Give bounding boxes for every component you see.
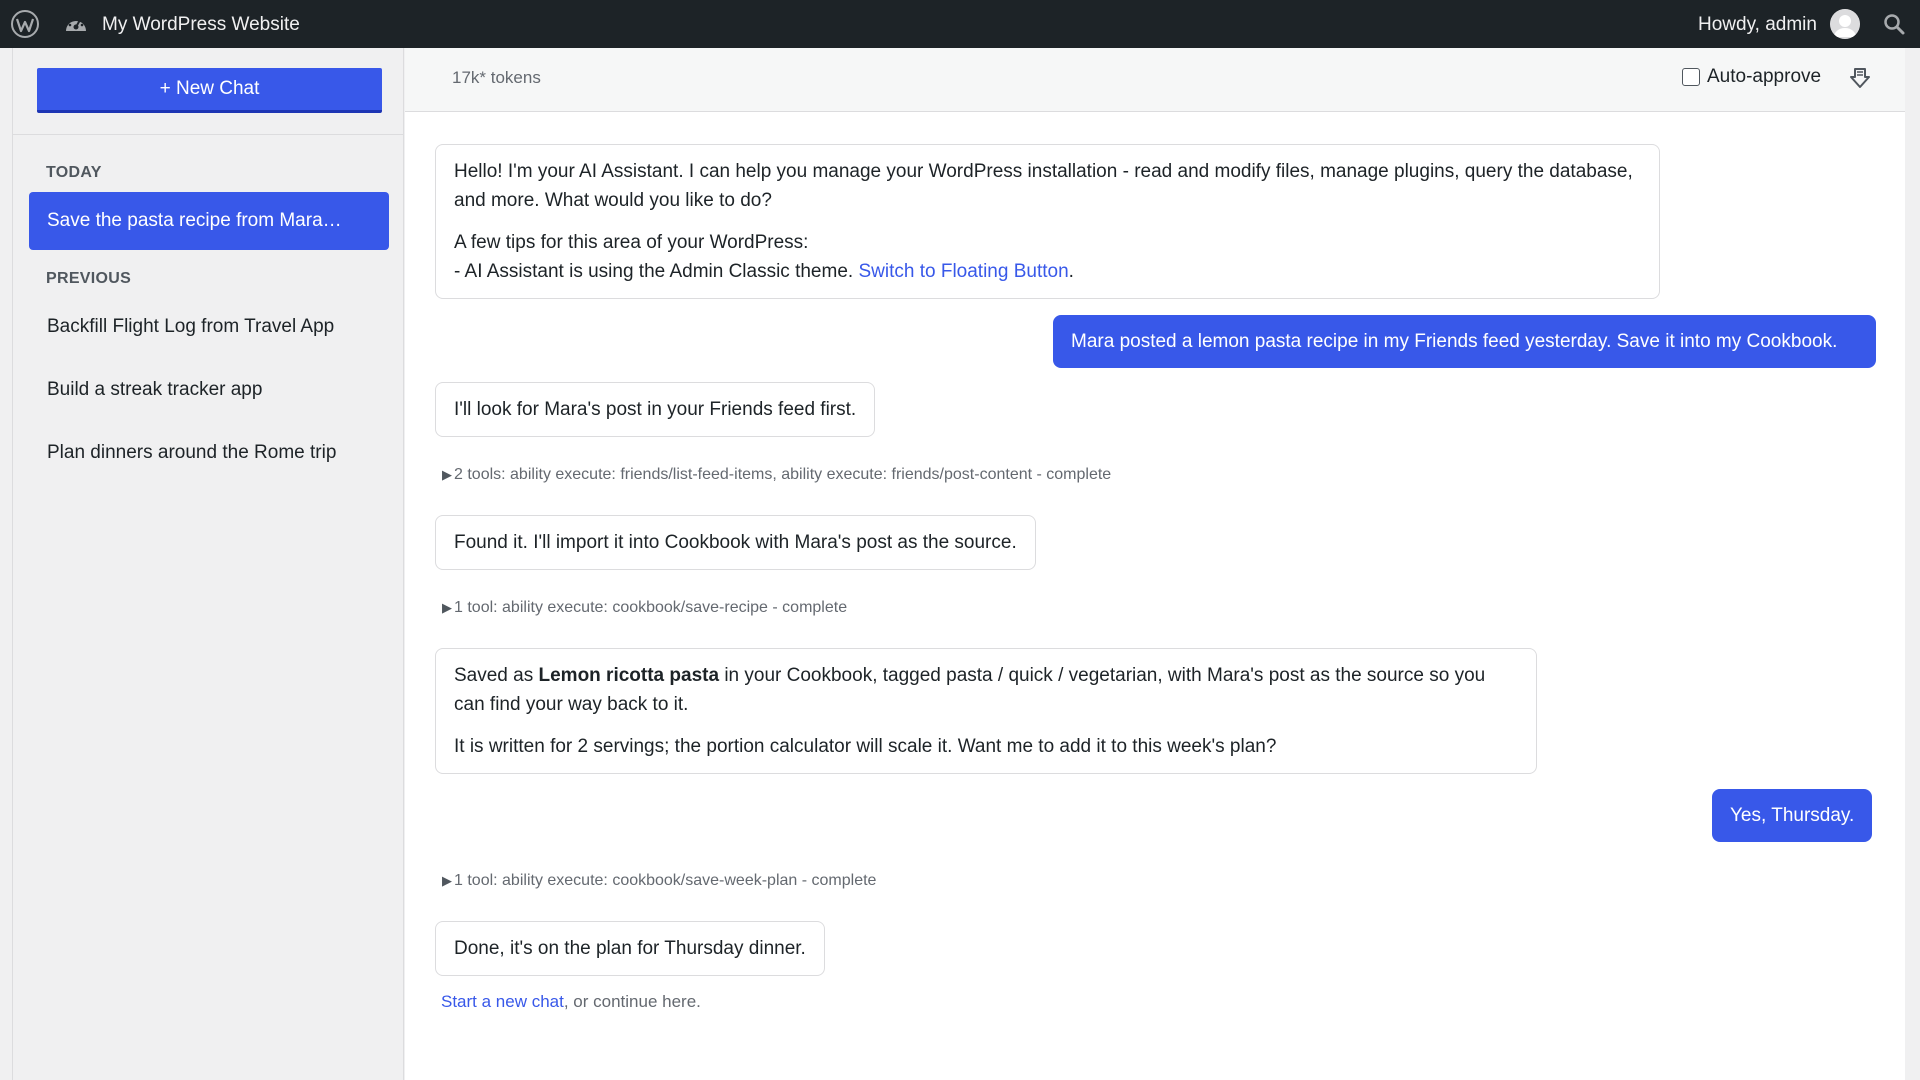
tool-call-summary[interactable]: ▶ 1 tool: ability execute: cookbook/save-…: [442, 872, 876, 890]
chat-item-label: Build a streak tracker app: [47, 379, 263, 400]
sidebar-divider: [13, 134, 403, 135]
chat-main: 17k* tokens Auto-approve Hello! I'm your…: [405, 48, 1905, 1080]
tips-heading: A few tips for this area of your WordPre…: [454, 232, 809, 253]
continue-note: Start a new chat, or continue here.: [441, 992, 701, 1012]
new-chat-button[interactable]: + New Chat: [37, 68, 382, 113]
tool-call-summary[interactable]: ▶ 1 tool: ability execute: cookbook/save-…: [442, 599, 847, 617]
message-text-part: Saved as: [454, 665, 539, 686]
switch-to-floating-button-link[interactable]: Switch to Floating Button: [858, 261, 1068, 282]
start-new-chat-link[interactable]: Start a new chat: [441, 992, 564, 1011]
section-label-today: TODAY: [46, 164, 102, 181]
dashboard-icon[interactable]: [64, 13, 88, 35]
message-text: Saved as Lemon ricotta pasta in your Coo…: [454, 661, 1518, 719]
assistant-message: Done, it's on the plan for Thursday dinn…: [435, 921, 825, 976]
chat-item-active[interactable]: Save the pasta recipe from Mara's post: [29, 192, 389, 250]
assistant-message: I'll look for Mara's post in your Friend…: [435, 382, 876, 437]
admin-bar: My WordPress Website Howdy, admin: [0, 0, 1920, 48]
user-message: Mara posted a lemon pasta recipe in my F…: [1053, 315, 1876, 368]
chat-sidebar: + New Chat TODAY Save the pasta recipe f…: [12, 48, 404, 1080]
chat-item-label: Plan dinners around the Rome trip: [47, 442, 337, 463]
tool-call-summary[interactable]: ▶ 2 tools: ability execute: friends/list-…: [442, 466, 1111, 484]
download-icon[interactable]: [1849, 66, 1871, 90]
chat-item[interactable]: Build a streak tracker app: [29, 361, 389, 419]
tip-text: - AI Assistant is using the Admin Classi…: [454, 261, 859, 282]
tip-suffix: .: [1068, 261, 1074, 282]
chat-item-label: Save the pasta recipe from Mara's post: [47, 210, 342, 231]
section-label-previous: PREVIOUS: [46, 270, 132, 287]
tool-call-text: 2 tools: ability execute: friends/list-f…: [454, 466, 1112, 483]
assistant-message: Found it. I'll import it into Cookbook w…: [435, 515, 1036, 570]
message-text: It is written for 2 servings; the portio…: [454, 736, 1277, 757]
tool-call-text: 1 tool: ability execute: cookbook/save-r…: [454, 599, 848, 616]
message-text: Hello! I'm your AI Assistant. I can help…: [454, 161, 1633, 211]
chat-item[interactable]: Plan dinners around the Rome trip: [29, 424, 389, 482]
chat-item-label: Backfill Flight Log from Travel App: [47, 316, 335, 337]
message-tips: A few tips for this area of your WordPre…: [454, 228, 1641, 286]
expand-triangle-icon: ▶: [442, 873, 452, 888]
chat-item[interactable]: Backfill Flight Log from Travel App: [29, 298, 389, 356]
howdy-user-link[interactable]: Howdy, admin: [1698, 14, 1817, 36]
recipe-name: Lemon ricotta pasta: [538, 665, 720, 686]
user-message: Yes, Thursday.: [1712, 789, 1873, 842]
expand-triangle-icon: ▶: [442, 600, 452, 615]
expand-triangle-icon: ▶: [442, 467, 452, 482]
auto-approve-toggle[interactable]: Auto-approve: [1682, 66, 1821, 88]
continue-text: , or continue here.: [563, 992, 701, 1011]
site-name-link[interactable]: My WordPress Website: [102, 14, 300, 36]
tool-call-text: 1 tool: ability execute: cookbook/save-w…: [454, 872, 877, 889]
token-count: 17k* tokens: [452, 68, 541, 87]
auto-approve-checkbox[interactable]: [1682, 68, 1700, 86]
assistant-message: Saved as Lemon ricotta pasta in your Coo…: [435, 648, 1537, 774]
search-icon[interactable]: [1882, 12, 1906, 36]
user-silhouette-icon: [1830, 9, 1860, 39]
auto-approve-label: Auto-approve: [1707, 66, 1822, 87]
wordpress-logo-icon[interactable]: [10, 9, 40, 39]
avatar[interactable]: [1830, 9, 1860, 39]
assistant-message-welcome: Hello! I'm your AI Assistant. I can help…: [435, 144, 1660, 299]
chat-toolbar: 17k* tokens Auto-approve: [405, 48, 1905, 112]
